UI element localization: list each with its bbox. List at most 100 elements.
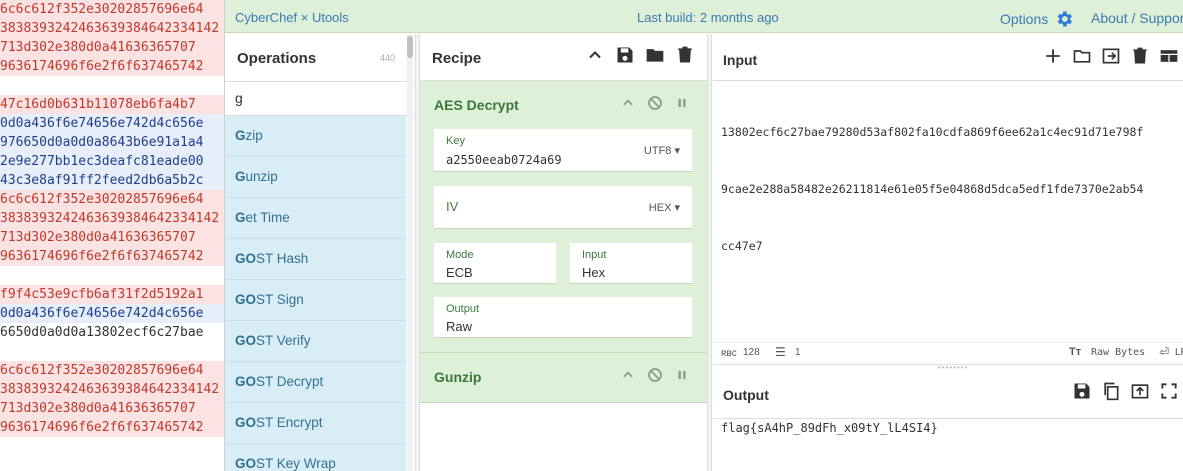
operations-panel: Operations 440 GzipGunzipGet TimeGOST Ha… <box>225 34 415 471</box>
chevron-up-icon[interactable] <box>585 45 605 65</box>
top-bar: CyberChef × Utools Last build: 2 months … <box>225 0 1183 33</box>
key-encoding-label: UTF8 <box>643 145 672 157</box>
iv-encoding-dropdown[interactable]: HEX ▾ <box>649 201 680 214</box>
eol-label[interactable]: LF <box>1175 347 1183 358</box>
operation-rest: zip <box>245 128 263 143</box>
operation-match: GO <box>235 374 257 389</box>
layout-icon[interactable] <box>1159 46 1179 66</box>
input-line: cc47e7 <box>721 239 763 253</box>
save-icon[interactable] <box>1072 381 1092 401</box>
operation-item[interactable]: Gunzip <box>225 157 406 198</box>
options-button[interactable]: Options <box>1000 9 1074 29</box>
gunzip-operation: Gunzip <box>420 353 707 403</box>
iv-field[interactable]: IV HEX ▾ <box>434 186 692 229</box>
app-title[interactable]: CyberChef × Utools <box>235 10 349 25</box>
key-label: Key <box>446 135 465 147</box>
lines-icon: ☰ <box>775 345 786 359</box>
output-text[interactable]: flag{sA4hP_89dFh_x09tY_lL4SI4} <box>721 419 938 438</box>
search-box <box>225 82 415 116</box>
dump-line <box>0 266 230 285</box>
disable-icon[interactable] <box>647 367 663 383</box>
iv-label: IV <box>446 199 459 214</box>
dump-line: 6c6c612f352e30202857696e64 <box>0 361 230 380</box>
operation-match: GO <box>235 251 257 266</box>
maximize-icon[interactable] <box>1159 381 1179 401</box>
add-tab-icon[interactable] <box>1043 46 1063 66</box>
caret-down-icon: ▾ <box>671 145 680 157</box>
recipe-io-divider[interactable] <box>707 34 712 471</box>
dump-line: 0d0a436f6e74656e742d4c656e <box>0 304 230 323</box>
operation-rest: ST Key Wrap <box>256 456 336 471</box>
last-build-label[interactable]: Last build: 2 months ago <box>637 10 779 25</box>
input-title: Input <box>723 52 758 68</box>
search-input[interactable] <box>235 90 395 106</box>
output-format-field[interactable]: Output Raw <box>434 297 692 338</box>
copy-icon[interactable] <box>1101 381 1121 401</box>
trash-icon[interactable] <box>675 45 695 65</box>
operation-item[interactable]: GOST Sign <box>225 280 406 321</box>
output-format-label: Output <box>446 303 480 315</box>
recipe-header: Recipe <box>420 34 707 81</box>
iv-encoding-label: HEX <box>648 202 672 214</box>
dump-line: 976650d0a0d0a8643b6e91a1a4 <box>0 133 230 152</box>
key-value[interactable]: a2550eeab0724a69 <box>446 153 562 167</box>
recipe-title: Recipe <box>432 50 482 67</box>
dump-line: 43c3e8af91ff2feed2db6a5b2c <box>0 171 230 190</box>
mode-field[interactable]: Mode ECB <box>434 243 556 284</box>
dump-line: 47c16d0b631b11078eb6fa4b7 <box>0 95 230 114</box>
output-format-value[interactable]: Raw <box>446 319 472 334</box>
operations-scrollbar[interactable] <box>407 34 413 471</box>
encoding-label[interactable]: Raw Bytes <box>1091 347 1145 358</box>
collapse-icon[interactable] <box>621 368 635 382</box>
dump-line: f9f4c53e9cfb6af31f2d5192a1 <box>0 285 230 304</box>
input-line: 9cae2e288a58482e26211814e61e05f5e04868d5… <box>721 182 1144 196</box>
operation-match: GO <box>235 415 257 430</box>
dump-line: 6c6c612f352e30202857696e64 <box>0 190 230 209</box>
operation-rest: ST Hash <box>256 251 309 266</box>
background-hex-dump: 6c6c612f352e30202857696e64 38383932424636… <box>0 0 230 471</box>
operation-list: Gzip Gunzip Get Time GOST Hash GOST Sign GOST… <box>225 116 406 471</box>
operations-header: Operations 440 <box>225 34 415 82</box>
operation-item[interactable]: GOST Encrypt <box>225 403 406 444</box>
operation-match: G <box>235 169 246 184</box>
operation-item[interactable]: Get Time <box>225 198 406 239</box>
about-support-link[interactable]: About / Support <box>1091 10 1183 26</box>
input-format-value[interactable]: Hex <box>582 265 605 280</box>
gunzip-title: Gunzip <box>434 369 482 385</box>
operation-item[interactable]: Gzip <box>225 116 406 157</box>
collapse-icon[interactable] <box>621 96 635 110</box>
replace-input-icon[interactable] <box>1130 381 1150 401</box>
pause-icon[interactable] <box>675 368 689 382</box>
operation-match: GO <box>235 333 257 348</box>
input-format-field[interactable]: Input Hex <box>570 243 692 284</box>
trash-icon[interactable] <box>1130 46 1150 66</box>
open-file-icon[interactable] <box>1101 46 1121 66</box>
dump-line: 9636174696f6e2f6f637465742 <box>0 247 230 266</box>
key-field[interactable]: Key a2550eeab0724a69 UTF8 ▾ <box>434 129 692 172</box>
operation-item[interactable]: GOST Verify <box>225 321 406 362</box>
char-count: 128 <box>743 347 760 358</box>
caret-down-icon: ▾ <box>671 202 680 214</box>
input-textarea[interactable]: 13802ecf6c27bae79280d53af802fa10cdfa869f… <box>721 85 1143 294</box>
save-icon[interactable] <box>615 45 635 65</box>
disable-icon[interactable] <box>647 95 663 111</box>
operations-title: Operations <box>237 50 317 67</box>
key-encoding-dropdown[interactable]: UTF8 ▾ <box>644 144 680 157</box>
operation-rest: ST Encrypt <box>256 415 323 430</box>
aes-decrypt-title: AES Decrypt <box>434 97 519 113</box>
operation-rest: ST Decrypt <box>256 374 324 389</box>
input-line: 13802ecf6c27bae79280d53af802fa10cdfa869f… <box>721 125 1144 139</box>
mode-value[interactable]: ECB <box>446 265 473 280</box>
folder-icon[interactable] <box>645 45 665 65</box>
operation-item[interactable]: GOST Hash <box>225 239 406 280</box>
input-status-bar: ʀʙᴄ 128 ☰ 1 Tт Raw Bytes ⏎ LF <box>713 342 1183 364</box>
operation-item[interactable]: GOST Key Wrap <box>225 444 406 471</box>
pause-icon[interactable] <box>675 96 689 110</box>
scrollbar-thumb[interactable] <box>407 36 413 58</box>
operation-item[interactable]: GOST Decrypt <box>225 362 406 403</box>
input-format-label: Input <box>582 249 607 261</box>
open-folder-icon[interactable] <box>1072 46 1092 66</box>
operation-rest: unzip <box>245 169 278 184</box>
dump-line: 2e9e277bb1ec3deafc81eade00 <box>0 152 230 171</box>
operation-rest: ST Verify <box>256 333 311 348</box>
